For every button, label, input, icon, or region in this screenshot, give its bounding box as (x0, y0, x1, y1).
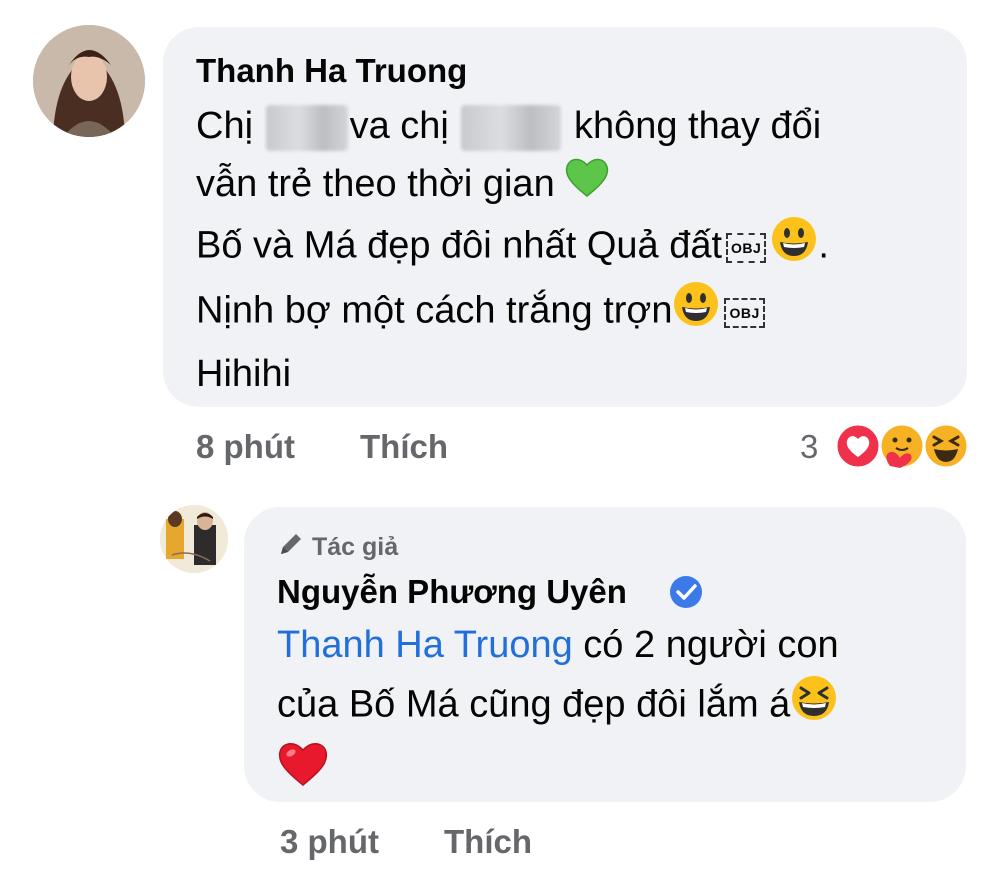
love-reaction-icon (834, 422, 882, 470)
like-button[interactable]: Thích (360, 428, 448, 466)
care-reaction-icon (878, 422, 926, 470)
verified-badge-icon (668, 574, 704, 615)
reply-line-2: của Bố Má cũng đẹp đôi lắm á (277, 683, 791, 726)
grinning-emoji (770, 215, 818, 280)
comment-line-5: Hihihi (196, 353, 292, 396)
reaction-icons[interactable] (834, 422, 970, 470)
comment-line-1c: không thay đổi (563, 105, 822, 147)
comment-text: Chị va chị không thay đổi vẫn trẻ theo t… (196, 97, 956, 403)
grinning-emoji (672, 280, 720, 345)
reaction-count[interactable]: 3 (800, 428, 818, 466)
red-heart-emoji (277, 739, 329, 804)
laughing-emoji (790, 674, 838, 739)
comment-timestamp[interactable]: 8 phút (196, 428, 295, 466)
comment-line-3: Bố và Má đẹp đôi nhất Quả đất (196, 225, 723, 267)
comment-line-1a: Chị (196, 105, 264, 147)
comment-line-2: vẫn trẻ theo thời gian (196, 163, 566, 205)
reply-author[interactable]: Nguyễn Phương Uyên (277, 573, 627, 611)
reply-line-1: có 2 người con (572, 624, 839, 666)
pencil-icon (277, 530, 305, 567)
mention-link[interactable]: Thanh Ha Truong (277, 624, 573, 666)
comment-line-3-end: . (818, 225, 829, 267)
avatar-nguyen-phuong-uyen[interactable] (160, 505, 228, 573)
author-badge-label: Tác giả (311, 533, 399, 562)
obj-placeholder: OBJ (724, 297, 765, 328)
obj-placeholder: OBJ (726, 232, 767, 263)
reply-timestamp[interactable]: 3 phút (280, 823, 379, 861)
blurred-name-1 (265, 104, 348, 151)
author-badge: Tác giả (277, 530, 398, 567)
comment-author[interactable]: Thanh Ha Truong (196, 52, 467, 90)
comment-line-1b: va chị (349, 105, 460, 147)
avatar-thanh-ha-truong[interactable] (33, 25, 145, 137)
blurred-name-2 (461, 104, 562, 151)
comment-line-4: Nịnh bợ một cách trắng trợn (196, 290, 673, 332)
haha-reaction-icon (922, 422, 970, 470)
reply-like-button[interactable]: Thích (444, 823, 532, 861)
green-heart-emoji (565, 156, 609, 215)
reply-text: Thanh Ha Truong có 2 người con của Bố Má… (277, 616, 957, 804)
